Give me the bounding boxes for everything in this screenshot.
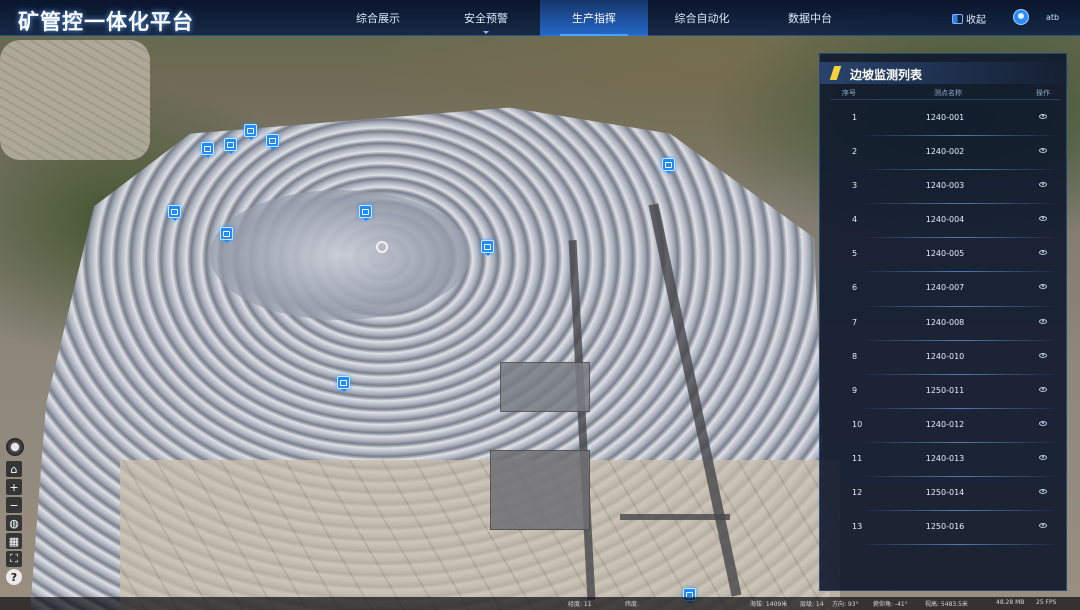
row-point-name: 1250-016 xyxy=(925,522,965,532)
row-point-name: 1240-003 xyxy=(925,181,965,191)
nav-tab-label: 数据中台 xyxy=(788,12,832,25)
table-row[interactable]: 8 1240-010 xyxy=(830,341,1060,375)
table-row[interactable]: 11 1240-013 xyxy=(830,443,1060,478)
zoom-in-icon[interactable]: + xyxy=(6,479,22,495)
panel-title: 边坡监测列表 xyxy=(850,68,923,82)
eye-icon[interactable] xyxy=(1039,489,1047,495)
status-longitude: 经度: 11 xyxy=(568,601,592,608)
app-title: 矿管控一体化平台 xyxy=(18,10,194,34)
haul-road xyxy=(620,514,730,520)
monitor-point-marker[interactable] xyxy=(359,205,372,221)
monitor-point-marker[interactable] xyxy=(168,205,181,221)
row-point-name: 1250-011 xyxy=(925,385,965,395)
status-latitude: 纬度: xyxy=(625,601,640,608)
user-name[interactable]: atb xyxy=(1046,13,1059,22)
collapse-button[interactable]: 收起 xyxy=(952,11,986,26)
pit-floor xyxy=(210,190,470,320)
help-icon[interactable]: ? xyxy=(6,569,22,585)
status-heading: 方向: 93° xyxy=(832,601,859,608)
monitor-point-marker[interactable] xyxy=(481,240,494,256)
nav-tab-label: 生产指挥 xyxy=(572,12,616,25)
app-root: 矿管控一体化平台 综合展示 安全预警 生产指挥 综合自动化 数据中台 收起 at… xyxy=(0,0,1080,610)
row-point-name: 1240-010 xyxy=(925,351,965,361)
column-header-name: 测点名称 xyxy=(934,89,962,97)
eye-icon[interactable] xyxy=(1039,386,1047,392)
table-row[interactable]: 13 1250-016 xyxy=(830,511,1060,546)
zoom-out-icon[interactable]: − xyxy=(6,497,22,513)
table-row[interactable]: 7 1240-008 xyxy=(830,307,1060,341)
main-nav: 综合展示 安全预警 生产指挥 综合自动化 数据中台 xyxy=(324,0,864,36)
nav-tab-label: 综合自动化 xyxy=(674,12,730,25)
row-point-name: 1240-004 xyxy=(925,215,965,225)
monitor-point-marker[interactable] xyxy=(224,138,237,154)
row-point-name: 1240-008 xyxy=(925,317,965,327)
nav-tab-overview[interactable]: 综合展示 xyxy=(324,0,432,36)
panel-header: 边坡监测列表 xyxy=(820,62,1068,84)
nav-tab-data-center[interactable]: 数据中台 xyxy=(756,0,864,36)
row-point-name: 1240-002 xyxy=(925,147,965,157)
table-row[interactable]: 4 1240-004 xyxy=(830,204,1060,239)
home-icon[interactable]: ⌂ xyxy=(6,461,22,477)
eye-icon[interactable] xyxy=(1039,352,1047,358)
collapse-icon xyxy=(952,13,963,24)
nav-tab-automation[interactable]: 综合自动化 xyxy=(648,0,756,36)
nav-tab-label: 安全预警 xyxy=(464,12,508,25)
compass-icon[interactable] xyxy=(6,438,24,456)
row-point-name: 1240-001 xyxy=(925,113,965,122)
globe-icon[interactable]: ◍ xyxy=(6,515,22,531)
status-memory: 48.28 MB xyxy=(996,599,1025,606)
layers-icon[interactable]: ▦ xyxy=(6,533,22,549)
eye-icon[interactable] xyxy=(1039,454,1047,460)
nav-tab-safety-warning[interactable]: 安全预警 xyxy=(432,0,540,36)
status-fps: 25 FPS xyxy=(1036,599,1057,606)
table-row[interactable]: 1 1240-001 xyxy=(830,102,1060,137)
table-row[interactable]: 6 1240-007 xyxy=(830,272,1060,307)
user-avatar[interactable] xyxy=(1013,9,1029,25)
status-view-height: 视高: 5483.5米 xyxy=(925,601,968,608)
monitor-point-marker[interactable] xyxy=(337,376,350,392)
title-marker-icon xyxy=(829,66,842,80)
table-row[interactable]: 12 1250-014 xyxy=(830,477,1060,512)
row-point-name: 1240-007 xyxy=(925,283,965,293)
table-row[interactable]: 3 1240-003 xyxy=(830,170,1060,205)
mouse-cursor-indicator xyxy=(376,241,388,253)
table-row[interactable]: 2 1240-002 xyxy=(830,136,1060,171)
eye-icon[interactable] xyxy=(1039,318,1047,324)
monitor-point-marker[interactable] xyxy=(201,142,214,158)
facility-building xyxy=(490,450,590,530)
monitor-point-marker[interactable] xyxy=(244,124,257,140)
map-toolbar: ⌂ + − ◍ ▦ ⛶ ? xyxy=(6,438,24,587)
monitor-point-marker[interactable] xyxy=(266,134,279,150)
status-pitch: 俯仰角: -41° xyxy=(873,601,908,608)
eye-icon[interactable] xyxy=(1039,114,1047,119)
top-header: 矿管控一体化平台 综合展示 安全预警 生产指挥 综合自动化 数据中台 收起 at… xyxy=(0,0,1080,36)
fullscreen-icon[interactable]: ⛶ xyxy=(6,551,22,567)
column-header-action: 操作 xyxy=(1036,89,1050,97)
monitor-point-marker[interactable] xyxy=(220,227,233,243)
tailings-area xyxy=(0,40,150,160)
monitor-point-marker[interactable] xyxy=(662,158,675,174)
nav-tab-production-command[interactable]: 生产指挥 xyxy=(540,0,648,36)
row-point-name: 1240-013 xyxy=(925,453,965,463)
column-header-index: 序号 xyxy=(842,89,856,97)
nav-tab-label: 综合展示 xyxy=(356,12,400,25)
status-level: 层级: 14 xyxy=(800,601,824,608)
table-body: 1 1240-001 2 1240-002 3 1240-003 4 1240-004 5 124… xyxy=(830,102,1060,546)
status-bar: 经度: 11 纬度: 海拔: 1409米 层级: 14 方向: 93° 俯仰角:… xyxy=(0,597,1080,610)
row-point-name: 1250-014 xyxy=(925,488,965,498)
status-altitude: 海拔: 1409米 xyxy=(750,601,788,608)
row-point-name: 1240-012 xyxy=(925,419,965,429)
table-row[interactable]: 5 1240-005 xyxy=(830,238,1060,273)
caret-down-icon xyxy=(483,31,489,34)
table-row[interactable]: 10 1240-012 xyxy=(830,409,1060,444)
slope-monitoring-panel: 边坡监测列表 序号 测点名称 操作 1 1240-001 2 1240-002 3 124… xyxy=(819,53,1068,591)
collapse-label: 收起 xyxy=(966,15,986,26)
eye-icon[interactable] xyxy=(1039,420,1047,426)
table-row[interactable]: 9 1250-011 xyxy=(830,375,1060,409)
facility-building xyxy=(500,362,590,412)
table-header: 序号 测点名称 操作 xyxy=(830,86,1060,100)
row-point-name: 1240-005 xyxy=(925,249,965,259)
